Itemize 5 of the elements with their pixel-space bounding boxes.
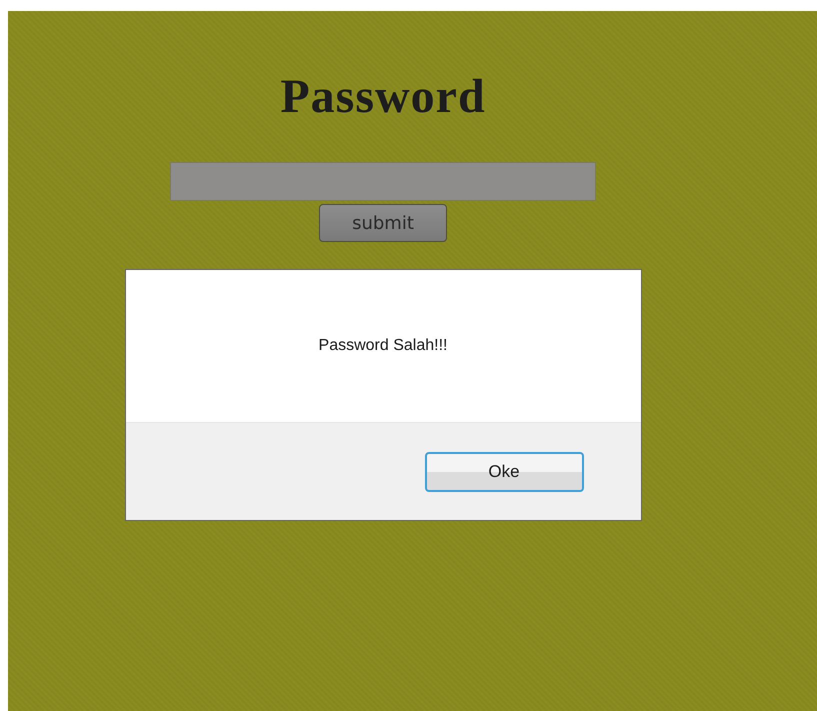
page-title: Password [280,69,486,125]
ok-button[interactable]: Oke [424,452,584,492]
submit-button[interactable]: submit [319,204,447,242]
password-field[interactable] [170,162,596,201]
alert-message: Password Salah!!! [318,337,448,355]
